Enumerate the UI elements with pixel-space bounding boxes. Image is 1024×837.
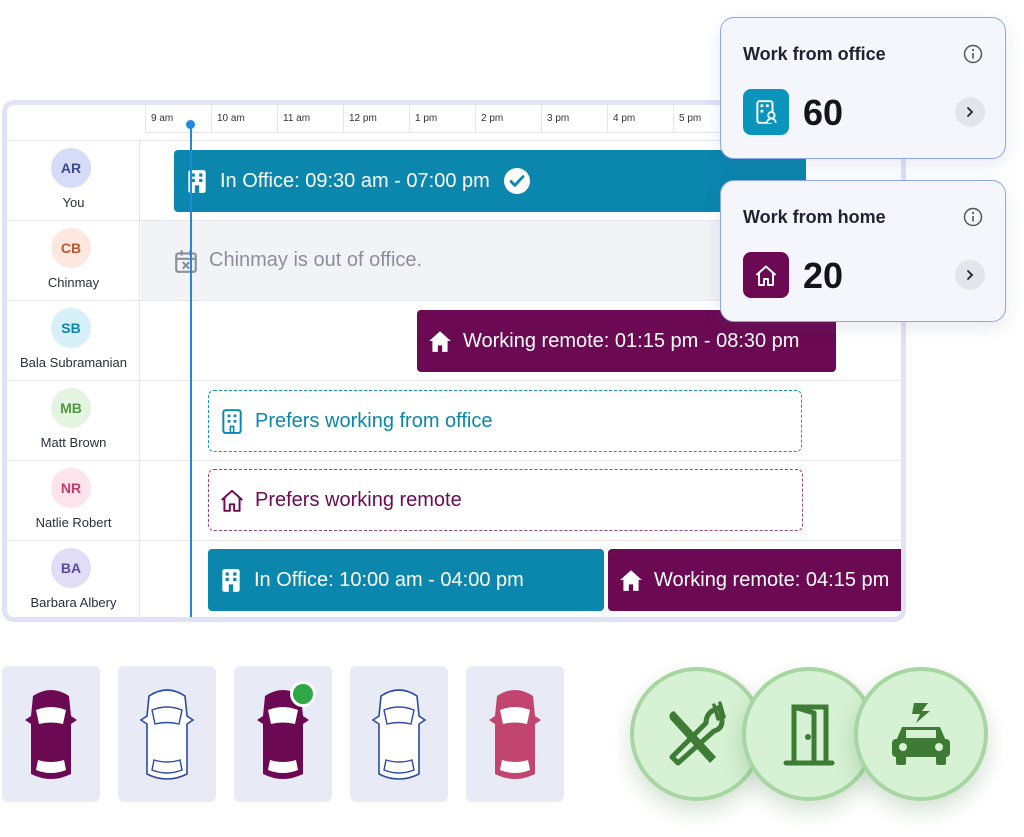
time-label: 3 pm [541, 105, 607, 133]
schedule-bar-prefers-remote[interactable]: Prefers working remote [208, 469, 803, 531]
parking-spot-occupied[interactable] [2, 666, 100, 802]
info-icon[interactable] [963, 207, 983, 227]
card-title: Work from home [743, 207, 886, 227]
time-label: 2 pm [475, 105, 541, 133]
bar-label: Working remote: 04:15 pm [654, 568, 890, 591]
schedule-bar-office[interactable]: In Office: 10:00 am - 04:00 pm [208, 549, 604, 611]
bar-label: In Office: 10:00 am - 04:00 pm [254, 568, 524, 591]
parking-spot-occupied[interactable] [466, 666, 564, 802]
time-label: 4 pm [607, 105, 673, 133]
schedule-bar-remote[interactable]: Working remote: 04:15 pm [608, 549, 901, 611]
car-top-view-icon [25, 690, 77, 779]
building-icon [222, 409, 242, 434]
home-icon [755, 265, 777, 286]
bar-label: Prefers working remote [255, 488, 462, 511]
car-top-view-icon [489, 690, 541, 779]
ev-charging-amenity[interactable] [854, 667, 988, 801]
work-from-office-card[interactable]: Work from office 60 [720, 17, 1006, 159]
chevron-right-icon [967, 107, 974, 117]
current-time-line [190, 123, 192, 617]
building-person-icon [756, 100, 777, 124]
time-label: 9 am [145, 105, 211, 133]
bar-label: Prefers working from office [255, 409, 493, 432]
card-title: Work from office [743, 44, 886, 64]
parking-spot-selected[interactable] [234, 666, 332, 802]
time-label: 12 pm [343, 105, 409, 133]
people-column [7, 140, 140, 617]
car-outline-icon [371, 689, 427, 780]
chevron-right-icon [967, 270, 974, 280]
home-icon [221, 489, 243, 512]
office-badge-icon [743, 89, 789, 135]
home-icon [620, 570, 642, 591]
parking-spot-free[interactable] [118, 666, 216, 802]
work-from-home-card[interactable]: Work from home 20 [720, 180, 1006, 322]
car-outline-icon [139, 689, 195, 780]
card-value: 60 [803, 92, 844, 133]
time-label: 1 pm [409, 105, 475, 133]
bar-label: Working remote: 01:15 pm - 08:30 pm [463, 329, 800, 352]
schedule-bar-prefers-office[interactable]: Prefers working from office [208, 390, 802, 452]
card-value: 20 [803, 255, 844, 296]
calendar-cancel-icon [175, 249, 197, 273]
bar-label: In Office: 09:30 am - 07:00 pm [220, 169, 490, 192]
dining-icon [669, 701, 726, 766]
available-status-dot [290, 681, 316, 707]
time-label: 10 am [211, 105, 277, 133]
current-time-marker [186, 120, 195, 129]
card-arrow-button[interactable] [955, 97, 985, 127]
card-arrow-button[interactable] [955, 260, 985, 290]
time-label: 11 am [277, 105, 343, 133]
home-badge-icon [743, 252, 789, 298]
building-icon [188, 170, 206, 193]
schedule-bar-office[interactable]: In Office: 09:30 am - 07:00 pm [174, 150, 806, 212]
check-circle-icon [503, 168, 530, 194]
bar-label: Chinmay is out of office. [209, 249, 423, 271]
home-icon [429, 331, 451, 352]
door-icon [783, 704, 835, 766]
building-icon [222, 569, 240, 592]
schedule-timeline: 9 am 10 am 11 am 12 pm 1 pm 2 pm 3 pm 4 … [2, 100, 906, 622]
info-icon[interactable] [963, 44, 983, 64]
electric-car-icon [892, 703, 950, 765]
parking-spot-free[interactable] [350, 666, 448, 802]
